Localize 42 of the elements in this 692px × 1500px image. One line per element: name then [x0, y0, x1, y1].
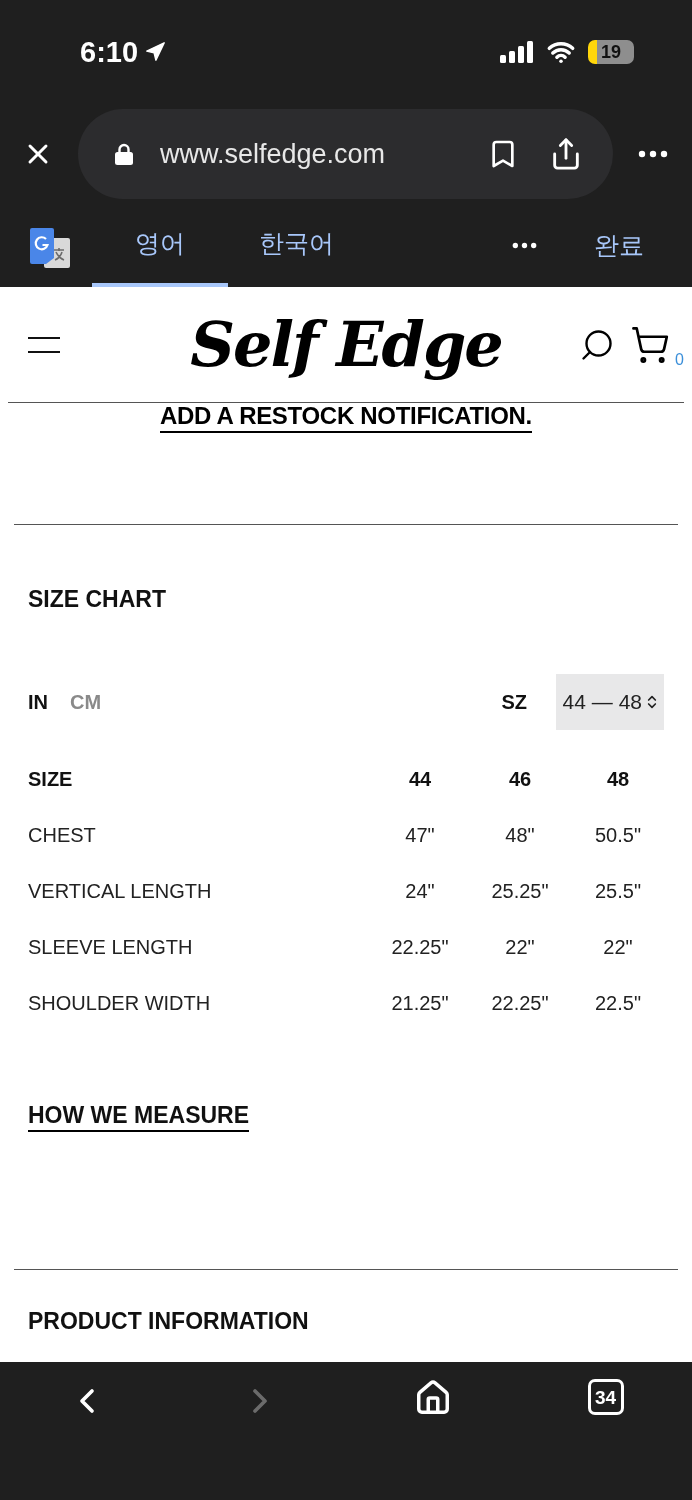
battery-indicator: 19 — [588, 40, 634, 64]
done-button[interactable]: 완료 — [594, 226, 644, 265]
table-cell-text: 22" — [504, 935, 536, 960]
cart-count: 0 — [675, 351, 684, 368]
column-header: 48 — [605, 767, 631, 792]
url-text: www.selfedge.com — [160, 137, 386, 171]
row-label: CHEST — [28, 823, 97, 848]
more-icon[interactable] — [638, 150, 668, 158]
tabs-button[interactable]: 34 — [587, 1379, 624, 1415]
table-cell-text: 24" — [404, 879, 436, 904]
row-label: SLEEVE LENGTH — [28, 935, 194, 960]
table-cell-text: 47" — [404, 823, 436, 848]
size-chart-heading: SIZE CHART — [28, 585, 167, 613]
size-range-select[interactable]: 44 — 48 — [556, 674, 664, 730]
table-cell-text: 25.5" — [594, 879, 642, 904]
table-cell-text: 22.25" — [390, 935, 450, 960]
more-options-icon[interactable] — [512, 242, 537, 249]
column-header: SIZE — [28, 767, 74, 792]
lock-icon — [115, 143, 133, 165]
table-cell-text: 48" — [504, 823, 536, 848]
table-cell-text: 21.25" — [390, 991, 450, 1016]
row-label: SHOULDER WIDTH — [28, 991, 212, 1016]
translate-icon[interactable] — [30, 228, 70, 268]
signal-icon — [500, 41, 534, 63]
status-time: 6:10 — [80, 37, 139, 67]
table-cell-text: 22.5" — [594, 991, 642, 1016]
table-cell-text: 22.25" — [490, 991, 550, 1016]
table-cell-text: 25.25" — [490, 879, 550, 904]
column-header: 46 — [507, 767, 533, 792]
table-cell-text: 50.5" — [594, 823, 642, 848]
unit-toggle[interactable]: IN — [28, 687, 48, 717]
table-cell-text: 22" — [602, 935, 634, 960]
column-header: 44 — [407, 767, 433, 792]
language-tab[interactable]: 한국어 — [228, 204, 364, 287]
size-label: SZ — [501, 690, 527, 715]
menu-icon[interactable] — [28, 334, 60, 355]
row-label: VERTICAL LENGTH — [28, 879, 213, 904]
how-we-measure-link[interactable]: HOW WE MEASURE — [28, 1102, 250, 1132]
address-bar[interactable]: www.selfedge.com — [78, 109, 613, 199]
restock-link[interactable]: ADD A RESTOCK NOTIFICATION. — [160, 403, 532, 433]
product-information-heading: PRODUCT INFORMATION — [28, 1307, 310, 1335]
location-arrow-icon — [144, 41, 167, 63]
